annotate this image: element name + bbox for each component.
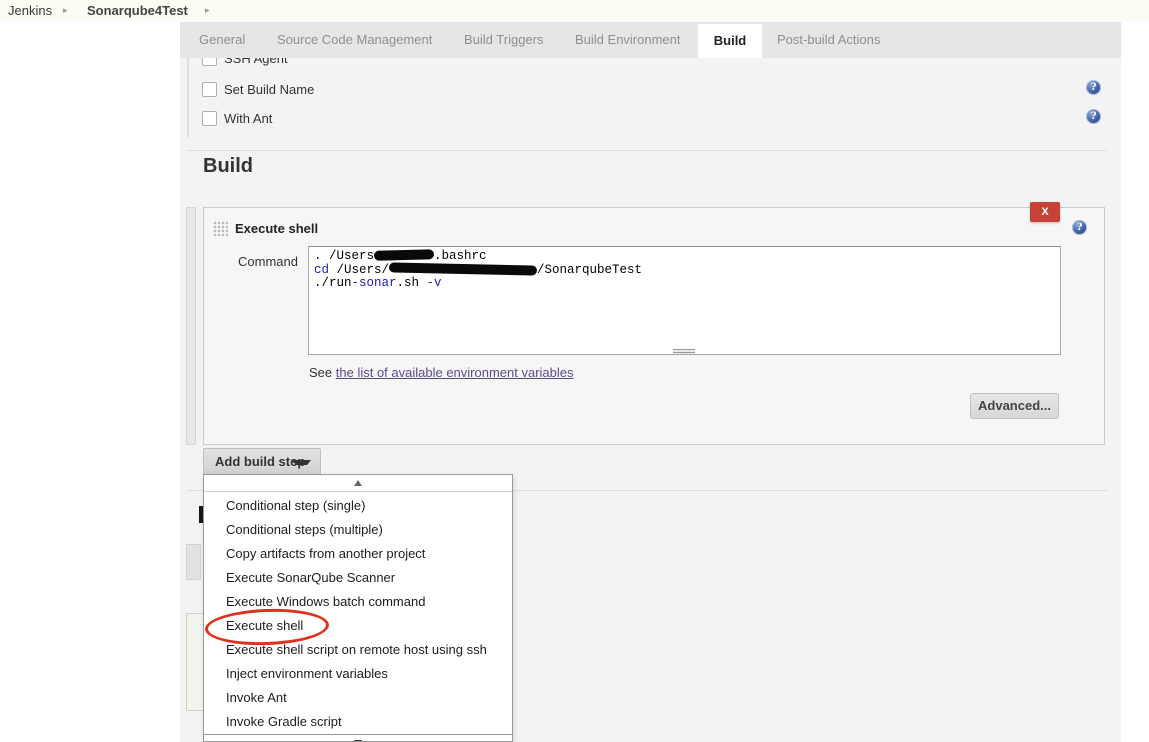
dropdown-item-invoke-gradle-script[interactable]: Invoke Gradle script xyxy=(204,710,512,734)
command-line: cd /Users/ /SonarqubeTest xyxy=(314,261,1055,278)
code-text: .sh xyxy=(396,276,427,290)
breadcrumb-separator-icon: ▸ xyxy=(63,5,68,15)
env-variables-link[interactable]: the list of available environment variab… xyxy=(336,365,574,380)
command-textarea[interactable]: . /Users .bashrc cd /Users/ /SonarqubeTest.… xyxy=(308,246,1061,355)
build-step-execute-shell: Execute shell X Command . /Users.bashrcc… xyxy=(203,202,1105,445)
build-step-drag-strip[interactable] xyxy=(186,207,196,445)
dropdown-scroll-down[interactable] xyxy=(204,734,512,741)
page-margin xyxy=(1121,22,1149,742)
dropdown-item-execute-sonarqube-scanner[interactable]: Execute SonarQube Scanner xyxy=(204,566,512,590)
env-hint-prefix: See xyxy=(309,365,333,380)
drag-handle-icon[interactable] xyxy=(213,221,228,236)
code-text: . /Users xyxy=(314,249,375,263)
code-keyword: -sonar xyxy=(351,276,397,290)
section-divider xyxy=(187,150,1107,151)
tab-post-build-actions[interactable]: Post-build Actions xyxy=(777,22,880,58)
redaction-mark xyxy=(373,249,435,261)
redaction-mark xyxy=(388,261,538,276)
tab-label: Build xyxy=(713,33,747,48)
tab-build-triggers[interactable]: Build Triggers xyxy=(464,22,543,58)
config-content: SSH AgentSet Build NameWith Ant GeneralS… xyxy=(180,22,1121,742)
advanced-button[interactable]: Advanced... xyxy=(970,393,1059,419)
dropdown-item-conditional-step-single-[interactable]: Conditional step (single) xyxy=(204,494,512,518)
add-build-step-label: Add build step xyxy=(215,454,306,469)
checkbox-label[interactable]: Set Build Name xyxy=(224,82,314,97)
breadcrumb-project[interactable]: Sonarqube4Test xyxy=(87,3,188,18)
hidden-block-fragment xyxy=(186,544,201,580)
tab-general[interactable]: General xyxy=(199,22,245,58)
help-icon[interactable] xyxy=(1072,220,1087,235)
add-build-step-button[interactable]: Add build step xyxy=(203,448,321,475)
code-text: ./run xyxy=(314,276,352,290)
code-keyword: cd xyxy=(314,262,330,277)
textarea-resize-grip[interactable] xyxy=(673,349,695,354)
dropdown-item-inject-environment-variables[interactable]: Inject environment variables xyxy=(204,662,512,686)
dropdown-item-execute-shell[interactable]: Execute shell xyxy=(204,614,512,638)
tab-source-code-management[interactable]: Source Code Management xyxy=(277,22,432,58)
breadcrumb-jenkins[interactable]: Jenkins xyxy=(8,3,52,18)
build-section-title: Build xyxy=(203,155,253,177)
command-line: . /Users .bashrc xyxy=(314,249,1055,264)
add-build-step-dropdown: Conditional step (single) Conditional ste… xyxy=(203,474,513,742)
section-edge-line xyxy=(187,58,189,137)
chevron-down-icon xyxy=(292,460,311,465)
option-row-set-build-name: Set Build Name xyxy=(202,80,1102,98)
dropdown-item-copy-artifacts-from-another-project[interactable]: Copy artifacts from another project xyxy=(204,542,512,566)
dropdown-item-execute-shell-script-on-remote-host-using-ssh[interactable]: Execute shell script on remote host usin… xyxy=(204,638,512,662)
config-tabbar: General Source Code Management Build Trigg… xyxy=(180,22,1121,58)
command-label: Command xyxy=(238,254,298,269)
breadcrumb: Jenkins ▸ Sonarqube4Test ▸ xyxy=(0,0,1149,22)
breadcrumb-separator-icon: ▸ xyxy=(205,5,210,15)
command-line: ./run-sonar.sh -v xyxy=(314,276,1055,291)
scroll-up-icon xyxy=(354,480,362,486)
option-row-with-ant: With Ant xyxy=(202,109,1102,127)
dropdown-item-conditional-steps-multiple-[interactable]: Conditional steps (multiple) xyxy=(204,518,512,542)
help-icon[interactable] xyxy=(1086,109,1101,124)
dropdown-item-invoke-ant[interactable]: Invoke Ant xyxy=(204,686,512,710)
dropdown-scroll-up[interactable] xyxy=(204,475,512,492)
dropdown-items: Conditional step (single) Conditional ste… xyxy=(204,492,512,734)
delete-step-button[interactable]: X xyxy=(1030,202,1060,222)
tab-build-environment[interactable]: Build Environment xyxy=(575,22,681,58)
code-keyword: -v xyxy=(426,276,442,290)
help-icon[interactable] xyxy=(1086,80,1101,95)
code-text: /Users/ xyxy=(329,262,390,277)
env-variables-hint: See the list of available environment va… xyxy=(309,365,574,380)
tab-build[interactable]: Build xyxy=(698,24,762,58)
build-step-title: Execute shell xyxy=(235,221,319,236)
dropdown-item-execute-windows-batch-command[interactable]: Execute Windows batch command xyxy=(204,590,512,614)
code-text: .bashrc xyxy=(434,249,487,263)
checkbox[interactable] xyxy=(202,111,217,126)
jenkins-config-page: Jenkins ▸ Sonarqube4Test ▸ SSH Agent Set … xyxy=(0,0,1149,742)
checkbox[interactable] xyxy=(202,82,217,97)
code-text: /SonarqubeTest xyxy=(537,262,643,277)
checkbox-label[interactable]: With Ant xyxy=(224,111,272,126)
